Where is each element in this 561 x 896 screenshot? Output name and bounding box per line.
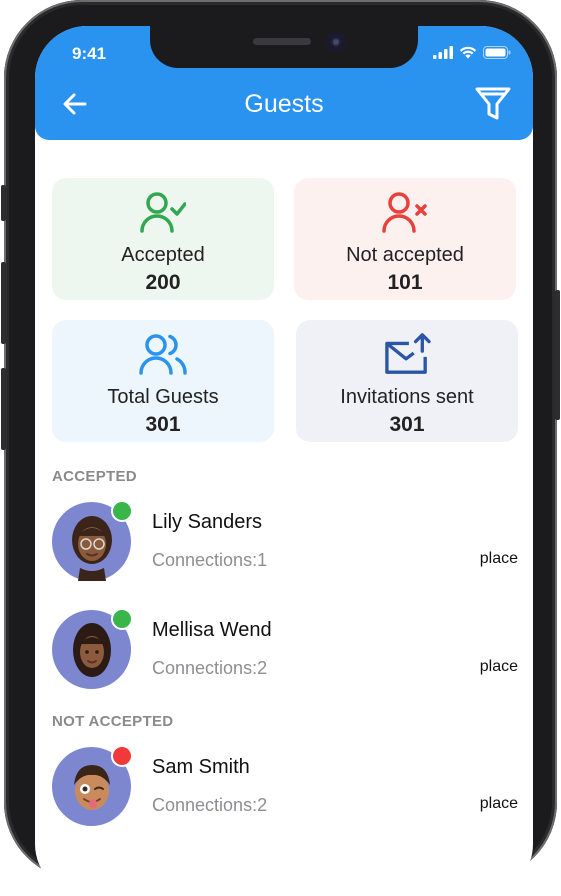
avatar <box>52 745 133 826</box>
guest-connections: Connections:2 <box>152 658 268 678</box>
speaker-grille <box>253 38 311 45</box>
guest-connections: Connections:2 <box>152 795 268 815</box>
stat-card-invitations-sent[interactable]: Invitations sent 301 <box>296 320 518 442</box>
stat-label: Accepted <box>121 244 205 266</box>
avatar <box>52 500 133 581</box>
signal-icon <box>433 46 453 59</box>
notch <box>150 26 418 68</box>
user-x-icon <box>382 192 427 233</box>
guest-row[interactable]: Mellisa Wend Connections:2 place <box>52 608 522 690</box>
stat-label: Total Guests <box>107 386 219 408</box>
status-dot <box>111 500 133 522</box>
stat-value: 101 <box>387 271 423 294</box>
section-title-accepted: ACCEPTED <box>52 468 137 485</box>
volume-up-button <box>1 262 6 344</box>
stat-card-accepted[interactable]: Accepted 200 <box>52 178 274 300</box>
mail-send-icon <box>385 333 431 374</box>
users-icon <box>139 334 187 375</box>
page-title: Guests <box>244 90 324 118</box>
guest-connections: Connections:1 <box>152 550 268 570</box>
volume-down-button <box>1 368 6 450</box>
guest-place[interactable]: place <box>480 795 518 813</box>
wifi-icon <box>459 46 477 59</box>
stat-value: 200 <box>145 271 181 294</box>
power-button <box>555 290 560 420</box>
status-dot <box>111 608 133 630</box>
stat-card-total-guests[interactable]: Total Guests 301 <box>52 320 274 442</box>
filter-icon[interactable] <box>474 85 512 123</box>
guest-row[interactable]: Lily Sanders Connections:1 place <box>52 500 522 582</box>
screen: 9:41 Guests Accepted 200 Not accepted 10… <box>35 26 533 896</box>
phone-frame: 9:41 Guests Accepted 200 Not accepted 10… <box>1 0 560 896</box>
guest-place[interactable]: place <box>480 550 518 568</box>
stat-card-not-accepted[interactable]: Not accepted 101 <box>294 178 516 300</box>
guest-name: Sam Smith <box>152 756 250 778</box>
avatar <box>52 608 133 689</box>
section-title-not-accepted: NOT ACCEPTED <box>52 713 174 730</box>
guest-place[interactable]: place <box>480 658 518 676</box>
guest-name: Lily Sanders <box>152 511 263 533</box>
status-icons <box>433 46 511 59</box>
user-check-icon <box>140 192 186 233</box>
stat-value: 301 <box>145 413 181 436</box>
guest-name: Mellisa Wend <box>152 619 272 641</box>
status-time: 9:41 <box>72 44 107 63</box>
stat-value: 301 <box>389 413 425 436</box>
stat-label: Not accepted <box>346 244 464 266</box>
battery-icon <box>483 46 511 59</box>
status-dot <box>111 745 133 767</box>
guest-row[interactable]: Sam Smith Connections:2 place <box>52 745 522 827</box>
mute-switch <box>1 185 6 221</box>
stat-label: Invitations sent <box>340 386 474 408</box>
front-camera <box>326 32 346 52</box>
